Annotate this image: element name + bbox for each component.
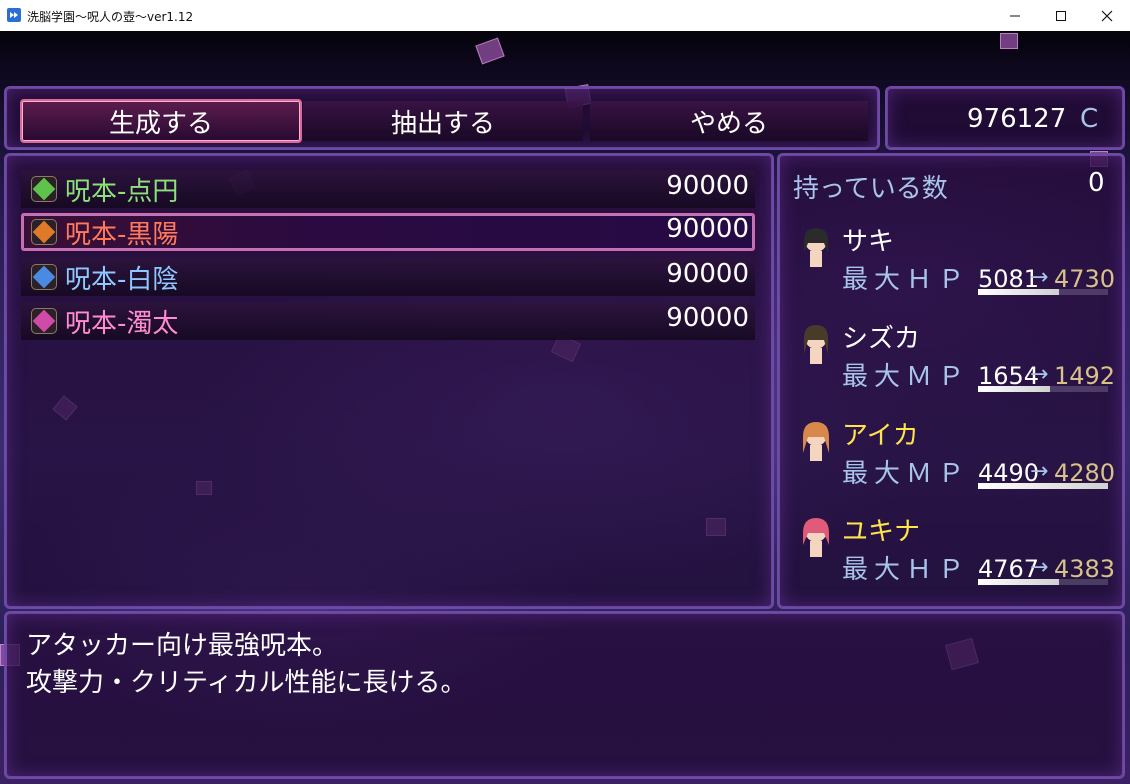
param-name: 最大ＭＰ <box>842 362 971 392</box>
floating-card <box>475 37 505 65</box>
maximize-button[interactable] <box>1038 0 1084 31</box>
game-window: 洗脳学園～呪人の壺～ver1.12 生成する 抽出する やめる 976127 C <box>0 0 1130 784</box>
item-name: 呪本-点円 <box>65 177 179 207</box>
arrow-icon: → <box>1030 555 1049 580</box>
floating-card <box>1000 33 1018 49</box>
member-name: シズカ <box>842 324 921 354</box>
maximize-icon <box>1056 10 1066 21</box>
game-screen: 生成する 抽出する やめる 976127 C 呪本-点円 90000 呪本-黒陽… <box>0 31 1130 784</box>
command-generate[interactable]: 生成する <box>20 99 302 143</box>
close-button[interactable] <box>1084 0 1130 31</box>
app-icon <box>7 8 21 22</box>
party-member: シズカ 最大ＭＰ 1654 → 1492 <box>798 318 1118 408</box>
owned-label: 持っている数 <box>793 174 948 204</box>
arrow-icon: → <box>1030 362 1049 387</box>
gold-amount: 976127 <box>967 104 1067 134</box>
member-name: アイカ <box>842 421 919 451</box>
item-name: 呪本-濁太 <box>65 309 179 339</box>
arrow-icon: → <box>1030 265 1049 290</box>
command-extract[interactable]: 抽出する <box>303 101 583 141</box>
character-sprite-icon <box>803 422 829 461</box>
command-cancel[interactable]: やめる <box>590 101 868 141</box>
party-member: サキ 最大ＨＰ 5081 → 4730 <box>798 221 1118 311</box>
new-value: 4730 <box>1054 265 1116 293</box>
close-icon <box>1101 10 1113 21</box>
param-name: 最大ＨＰ <box>842 265 971 295</box>
character-sprite-icon <box>803 518 829 557</box>
title-bar: 洗脳学園～呪人の壺～ver1.12 <box>0 0 1130 32</box>
arrow-icon: → <box>1030 459 1049 484</box>
new-value: 1492 <box>1054 362 1116 390</box>
window-title: 洗脳学園～呪人の壺～ver1.12 <box>27 10 194 24</box>
item-price: 90000 <box>666 171 749 201</box>
minimize-button[interactable] <box>992 0 1038 31</box>
blue-book-icon <box>31 264 57 290</box>
item-price: 90000 <box>666 259 749 289</box>
new-value: 4280 <box>1054 459 1116 487</box>
param-name: 最大ＭＰ <box>842 459 971 489</box>
item-price: 90000 <box>666 303 749 333</box>
description-line-2: 攻撃力・クリティカル性能に長ける。 <box>26 668 467 698</box>
item-name: 呪本-黒陽 <box>65 220 179 250</box>
list-item[interactable]: 呪本-黒陽 90000 <box>21 213 755 251</box>
list-item[interactable]: 呪本-濁太 90000 <box>21 302 755 340</box>
party-member: アイカ 最大ＭＰ 4490 → 4280 <box>798 415 1118 505</box>
member-name: ユキナ <box>842 517 921 547</box>
member-name: サキ <box>842 227 895 257</box>
list-item[interactable]: 呪本-白陰 90000 <box>21 258 755 296</box>
item-name: 呪本-白陰 <box>65 265 179 295</box>
owned-count: 0 <box>1088 168 1105 198</box>
minimize-icon <box>1010 15 1020 16</box>
orange-book-icon <box>31 219 57 245</box>
description-line-1: アタッカー向け最強呪本。 <box>26 631 339 661</box>
party-member: ユキナ 最大ＨＰ 4767 → 4383 <box>798 511 1118 601</box>
character-sprite-icon <box>804 325 828 364</box>
gold-unit: C <box>1080 104 1099 134</box>
new-value: 4383 <box>1054 555 1116 583</box>
green-book-icon <box>31 176 57 202</box>
pink-book-icon <box>31 308 57 334</box>
item-price: 90000 <box>666 214 749 244</box>
character-sprite-icon <box>804 228 828 267</box>
list-item[interactable]: 呪本-点円 90000 <box>21 170 755 208</box>
param-name: 最大ＨＰ <box>842 555 971 585</box>
